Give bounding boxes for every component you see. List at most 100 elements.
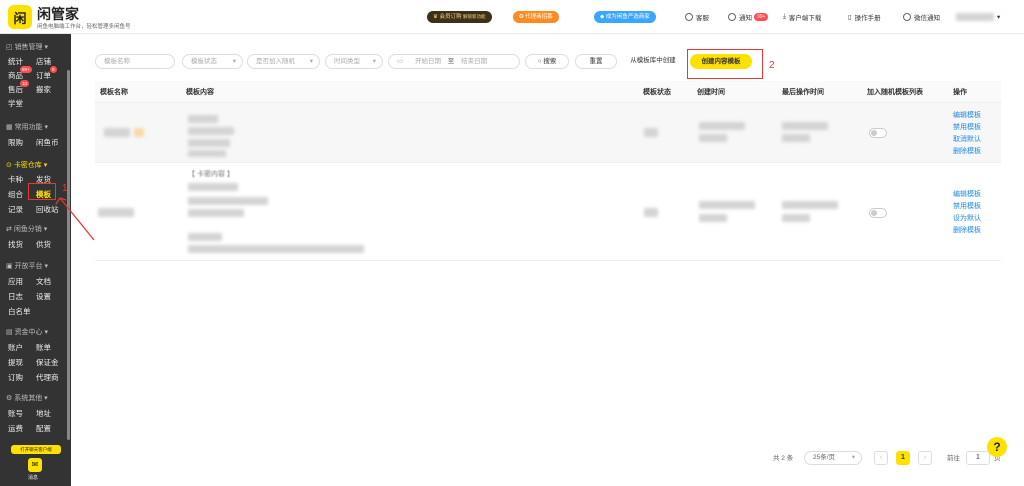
partner-button[interactable]: ◆ 成为闲鱼严选商家 <box>594 10 656 24</box>
sidebar-item-coin[interactable]: 闲鱼币 <box>36 137 59 148</box>
template-status-select[interactable]: 模板状态 ▾ <box>182 54 243 69</box>
row2-name <box>98 208 134 217</box>
row2-content <box>188 197 268 205</box>
chevron-left-icon: ‹ <box>879 454 883 461</box>
sidebar-item-subscribe[interactable]: 订购 <box>8 372 23 383</box>
next-page-button[interactable]: › <box>918 451 932 465</box>
row2-content-prefix: 【 卡密内容 】 <box>188 171 234 178</box>
row2-content <box>188 245 364 253</box>
question-icon: ? <box>993 440 1001 454</box>
chevron-down-icon: ▾ <box>232 58 236 65</box>
edit-template-link[interactable]: 编辑模板 <box>953 110 981 120</box>
sidebar-item-accounts[interactable]: 账号 <box>8 408 23 419</box>
row1-content <box>188 115 218 123</box>
wechat-notify-button[interactable]: 微信通知 <box>903 10 940 24</box>
sidebar-item-whitelist[interactable]: 白名单 <box>8 306 31 317</box>
sidebar-section-funds[interactable]: ▤ 资金中心 ▾ <box>6 327 48 337</box>
sidebar-item-deposit[interactable]: 保证金 <box>36 357 59 368</box>
wallet-icon: ▤ <box>6 329 15 336</box>
sidebar-item-orders[interactable]: 订单 <box>36 70 51 81</box>
manual-button[interactable]: ▯ 操作手册 <box>848 10 881 24</box>
disable-template-link[interactable]: 禁用模板 <box>953 201 981 211</box>
sidebar-section-common[interactable]: ▦ 常用功能 ▾ <box>6 122 48 132</box>
sidebar-item-academy[interactable]: 学堂 <box>8 98 23 109</box>
random-select[interactable]: 是否加入随机 ▾ <box>247 54 320 69</box>
col-random-list: 加入随机模板列表 <box>867 89 923 96</box>
agent-recruit-button[interactable]: ✪ 代理商招募 <box>513 10 559 24</box>
sidebar-item-settings[interactable]: 设置 <box>36 291 51 302</box>
chat-icon[interactable]: ✉ <box>28 458 42 472</box>
chat-client-banner[interactable]: 打开聊天客户端 <box>11 445 61 454</box>
delete-template-link[interactable]: 删除模板 <box>953 146 981 156</box>
sidebar-section-open-platform[interactable]: ▣ 开放平台 ▾ <box>6 261 48 271</box>
annotation-arrow-1 <box>55 197 95 241</box>
section-title: 销售管理 <box>14 44 43 51</box>
page-size-select[interactable]: 25条/页 ▾ <box>804 451 862 465</box>
search-label: 搜索 <box>543 58 557 65</box>
sidebar-item-record[interactable]: 记录 <box>8 204 23 215</box>
sidebar-scrollbar[interactable] <box>67 70 70 440</box>
reset-button[interactable]: 重置 <box>575 54 617 69</box>
message-label: 消息 <box>28 475 39 481</box>
template-name-input[interactable]: 模板名称 <box>95 54 175 69</box>
time-type-placeholder: 时间类型 <box>334 58 360 65</box>
row1-created <box>699 134 727 142</box>
sidebar-item-config[interactable]: 配置 <box>36 423 51 434</box>
app-slogan: 闲鱼电脑端工作台，轻松管理多闲鱼号 <box>37 24 131 30</box>
sidebar-item-stats[interactable]: 统计 <box>8 56 23 67</box>
goto-label: 前往 <box>947 455 960 462</box>
date-range-picker[interactable]: ▭ 开始日期 至 结束日期 <box>388 54 520 69</box>
sidebar-item-find[interactable]: 找货 <box>8 239 23 250</box>
search-button[interactable]: ○ 搜索 <box>525 54 569 69</box>
chevron-down-icon: ▾ <box>851 454 855 461</box>
sidebar-item-docs[interactable]: 文档 <box>36 276 51 287</box>
prev-page-button[interactable]: ‹ <box>874 451 888 465</box>
col-template-name: 模板名称 <box>100 89 128 96</box>
cancel-default-link[interactable]: 取消默认 <box>953 134 981 144</box>
sidebar-item-shop[interactable]: 店铺 <box>36 56 51 67</box>
orders-badge: 9 <box>50 66 57 73</box>
row1-last-op <box>782 122 828 130</box>
service-button[interactable]: 客服 <box>685 10 709 24</box>
sidebar-item-limit[interactable]: 限购 <box>8 137 23 148</box>
member-subscribe-button[interactable]: ♛ 会员订购 解锁新功能 <box>427 10 492 24</box>
sidebar-item-address[interactable]: 地址 <box>36 408 51 419</box>
sidebar-item-logs[interactable]: 日志 <box>8 291 23 302</box>
download-button[interactable]: ⤓ 客户端下载 <box>783 10 821 24</box>
sidebar-section-distribution[interactable]: ⇄ 闲鱼分销 ▾ <box>6 224 47 234</box>
platform-icon: ▣ <box>6 263 15 270</box>
notify-button[interactable]: 通知 99+ <box>728 10 769 24</box>
create-from-library-button[interactable]: 从模板库中创建 <box>621 54 685 69</box>
sidebar-item-withdraw[interactable]: 提现 <box>8 357 23 368</box>
sidebar-item-app[interactable]: 应用 <box>8 276 23 287</box>
account-dropdown[interactable]: ▾ <box>956 10 1000 24</box>
goto-page-input[interactable]: 1 <box>966 451 990 465</box>
sidebar-item-combo[interactable]: 组合 <box>8 189 23 200</box>
sidebar-item-account[interactable]: 账户 <box>8 342 23 353</box>
row2-random-toggle[interactable] <box>869 208 887 218</box>
app-logo[interactable]: 闲 <box>8 5 32 29</box>
sidebar-item-card-type[interactable]: 卡种 <box>8 174 23 185</box>
sidebar-section-sales[interactable]: ◰ 销售管理 ▾ <box>6 42 48 52</box>
delete-template-link[interactable]: 删除模板 <box>953 225 981 235</box>
create-content-template-button[interactable]: 创建内容模板 <box>690 54 752 69</box>
disable-template-link[interactable]: 禁用模板 <box>953 122 981 132</box>
sidebar-section-card-warehouse[interactable]: ⊙ 卡密仓库 ▾ <box>6 160 47 170</box>
sidebar-item-bill[interactable]: 账单 <box>36 342 51 353</box>
sidebar-item-agent[interactable]: 代理商 <box>36 372 59 383</box>
time-type-select[interactable]: 时间类型 ▾ <box>325 54 383 69</box>
notify-label: 通知 <box>739 15 752 22</box>
page-button-current[interactable]: 1 <box>896 451 910 465</box>
page-size-value: 25条/页 <box>813 454 836 461</box>
row1-random-toggle[interactable] <box>869 128 887 138</box>
sidebar-item-supply[interactable]: 供货 <box>36 239 51 250</box>
sidebar-section-system[interactable]: ⚙ 系统其他 ▾ <box>6 393 48 403</box>
headset-icon <box>685 13 693 21</box>
member-note: 解锁新功能 <box>463 14 486 19</box>
section-title: 资金中心 <box>14 329 43 336</box>
help-button[interactable]: ? <box>987 437 1007 457</box>
sidebar-item-freight[interactable]: 运费 <box>8 423 23 434</box>
sidebar-item-move[interactable]: 搬家 <box>36 84 51 95</box>
edit-template-link[interactable]: 编辑模板 <box>953 189 981 199</box>
set-default-link[interactable]: 设为默认 <box>953 213 981 223</box>
